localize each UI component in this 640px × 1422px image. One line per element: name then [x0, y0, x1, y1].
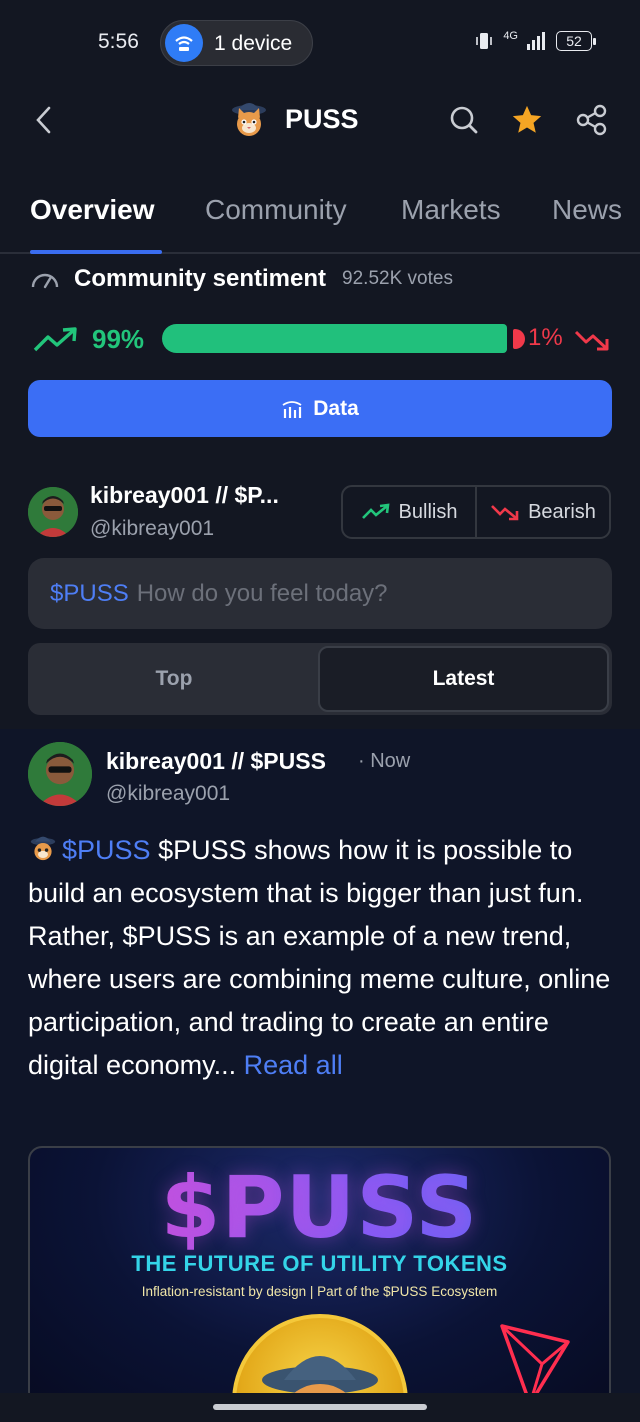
input-ticker: $PUSS — [50, 579, 129, 607]
image-caption: Inflation-resistant by design | Part of … — [141, 1284, 498, 1299]
composer-avatar[interactable] — [28, 487, 78, 537]
signal-icon — [527, 32, 545, 50]
status-bar: 5:56 1 device 4G 52 — [0, 0, 640, 86]
bearish-percent: 1% — [528, 324, 563, 351]
feed-sort-segment: Top Latest — [28, 643, 612, 715]
search-button[interactable] — [444, 100, 484, 140]
coin-tabs: Overview Community Markets News — [0, 176, 640, 254]
tab-community[interactable]: Community — [205, 194, 347, 226]
sentiment-bar: 99% 1% — [30, 320, 610, 358]
sentiment-title: Community sentiment — [74, 265, 327, 292]
device-pill-label: 1 device — [214, 32, 293, 55]
sentiment-header: Community sentiment 92.52K votes — [30, 262, 453, 296]
search-icon — [450, 106, 478, 134]
chart-icon — [282, 400, 302, 418]
star-icon — [512, 105, 542, 133]
puss-logo-icon — [232, 103, 266, 136]
favorite-button[interactable] — [507, 100, 547, 140]
tab-markets[interactable]: Markets — [401, 194, 501, 226]
composer-handle: @kibreay001 — [90, 517, 215, 540]
image-subtitle: THE FUTURE OF UTILITY TOKENS — [131, 1251, 508, 1276]
back-button[interactable] — [26, 100, 60, 140]
puss-logo-icon — [30, 836, 56, 861]
battery-icon: 52 — [556, 31, 596, 51]
coin-title: PUSS — [285, 104, 359, 134]
post-image[interactable]: $PUSS THE FUTURE OF UTILITY TOKENS Infla… — [28, 1146, 611, 1406]
vote-buttons: Bullish Bearish — [341, 485, 611, 539]
trend-down-icon — [574, 330, 609, 351]
sentiment-post-input[interactable]: $PUSS How do you feel today? — [28, 558, 612, 629]
image-title: $PUSS — [30, 1158, 609, 1258]
tab-news[interactable]: News — [552, 194, 622, 226]
system-nav-bar — [0, 1393, 640, 1422]
status-icons: 4G 52 — [473, 30, 596, 52]
trend-up-icon — [33, 327, 77, 352]
sentiment-votes: 92.52K votes — [342, 268, 453, 289]
sort-top[interactable]: Top — [28, 643, 320, 715]
data-button[interactable]: Data — [28, 380, 612, 437]
post-avatar[interactable] — [28, 742, 92, 806]
trend-up-icon — [361, 503, 390, 519]
active-tab-indicator — [30, 250, 162, 254]
status-time: 5:56 — [98, 30, 139, 53]
vibrate-icon — [476, 33, 493, 49]
bullish-label: Bullish — [398, 500, 458, 523]
hotspot-icon — [165, 24, 203, 62]
post-body: $PUSS $PUSS shows how it is possible to … — [28, 829, 618, 1087]
connected-device-pill[interactable]: 1 device — [160, 20, 313, 66]
post-author-name[interactable]: kibreay001 // $PUSS — [106, 748, 326, 775]
bullish-button[interactable]: Bullish — [343, 487, 477, 537]
post-author-handle: @kibreay001 — [106, 782, 231, 805]
sort-latest[interactable]: Latest — [318, 646, 609, 712]
read-all-link[interactable]: Read all — [244, 1050, 343, 1080]
home-gesture-handle[interactable] — [213, 1404, 427, 1410]
back-chevron-icon — [36, 106, 51, 134]
battery-level: 52 — [566, 33, 582, 49]
bullish-percent: 99% — [92, 324, 145, 354]
network-label: 4G — [503, 30, 518, 42]
share-icon — [576, 104, 607, 136]
coin-header: PUSS — [0, 86, 640, 156]
data-button-label: Data — [313, 396, 359, 420]
composer-name: kibreay001 // $P... — [90, 482, 279, 508]
bearish-button[interactable]: Bearish — [477, 487, 609, 537]
tab-overview[interactable]: Overview — [30, 194, 155, 226]
post-ticker-link[interactable]: $PUSS — [62, 835, 151, 865]
trend-down-icon — [491, 505, 519, 521]
share-button[interactable] — [572, 100, 612, 140]
bearish-fill — [513, 329, 525, 349]
bearish-label: Bearish — [528, 500, 596, 523]
post-text: $PUSS shows how it is possible to build … — [28, 835, 611, 1080]
gauge-icon — [31, 273, 59, 289]
post-time: · Now — [358, 750, 411, 772]
bullish-fill — [162, 324, 507, 353]
input-placeholder: How do you feel today? — [136, 579, 388, 607]
